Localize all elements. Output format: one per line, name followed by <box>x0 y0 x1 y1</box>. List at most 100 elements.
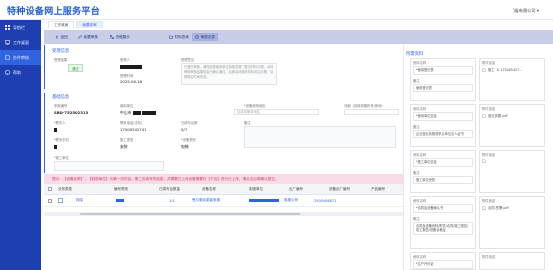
accept-result-label: 受理结果 <box>54 58 68 62</box>
back-button[interactable]: 返回 <box>55 33 68 41</box>
flow-icon <box>110 35 114 39</box>
redacted-block <box>132 111 141 115</box>
company-menu[interactable]: ]省有限公司 ▾ <box>513 8 539 14</box>
category-value: 电梯 <box>181 144 189 149</box>
file-name: 营业执照.pdf <box>488 114 508 118</box>
section-accent <box>44 93 45 173</box>
code-label: 申报编号 <box>54 104 68 108</box>
material-file-label: 附件信息 <box>482 61 496 65</box>
section-title-basic: 基础信息 <box>52 95 70 100</box>
redacted-block <box>141 111 156 115</box>
cell-count: 1/1 <box>169 198 175 203</box>
opinion-label: 受理意见 <box>181 58 195 62</box>
col-header[interactable]: 设备名称 <box>202 184 216 194</box>
file-link[interactable]: 合同.签署.pdf <box>480 204 544 211</box>
sidebar-item-nav[interactable]: 导航栏 <box>0 20 41 35</box>
table-row[interactable]: 拆除 1/1 曳引驱动乘客电梯 电梯公司 2500406871 <box>44 195 403 207</box>
review-label: 我要审核 <box>83 34 98 39</box>
material-file-label: 附件信息 <box>482 255 496 259</box>
materials-title: 所需资料 <box>406 52 424 57</box>
material-name-label: 资料名称 <box>413 255 427 259</box>
select-all-checkbox[interactable] <box>48 184 52 194</box>
arrow-left-icon <box>55 35 58 39</box>
folder-icon <box>169 35 173 39</box>
file-name: 施工 <box>488 68 495 72</box>
type-label: 施工类型 <box>120 138 134 142</box>
flow-button[interactable]: 流程展示 <box>110 33 130 41</box>
desktop-icon <box>5 40 10 45</box>
cell-factory: 电梯公司 <box>284 198 298 202</box>
help-icon <box>5 70 10 75</box>
type-value: 安装 <box>120 144 128 149</box>
material-note-label: 备注 <box>413 216 420 221</box>
material-note-label: 备注 <box>413 124 420 129</box>
material-item: 资料名称 *使用登记表 备注 使用登记表 <box>410 58 476 101</box>
review-button[interactable]: 我要审核 <box>78 33 98 41</box>
col-header[interactable]: 设备出厂编号 <box>329 184 350 194</box>
row-checkbox[interactable] <box>48 195 52 206</box>
app-title: 特种设备网上服务平台 <box>7 7 101 17</box>
cell-code <box>116 195 124 206</box>
material-file-label: 附件信息 <box>482 199 496 203</box>
file-icon <box>482 205 486 210</box>
file-icon <box>482 113 486 118</box>
count-value: 0/7 <box>181 127 188 132</box>
row-edit-icon[interactable] <box>58 195 63 206</box>
sidebar-item-desktop[interactable]: 工作桌面 <box>0 35 41 50</box>
page-tabs: 工作桌面 我要评审 <box>48 20 103 28</box>
record-icon <box>195 35 199 39</box>
sidebar-item-label: 导航栏 <box>13 24 25 30</box>
team-textarea[interactable] <box>54 161 164 171</box>
sidebar-item-label: 工作桌面 <box>13 39 29 45</box>
tab-review[interactable]: 我要评审 <box>76 21 103 28</box>
col-header[interactable]: 制造单位 <box>249 184 263 194</box>
mobile-label: *联系手机 <box>54 138 69 142</box>
material-name: *合同及设备确认书 <box>413 204 473 213</box>
col-header[interactable]: 已填写台数量 <box>159 184 180 194</box>
col-header[interactable]: 业务类型 <box>58 184 72 194</box>
contact-value <box>54 127 57 132</box>
sidebar-item-review[interactable]: 办件审核 <box>0 50 41 65</box>
material-files: 附件信息 合同.签署.pdf <box>479 196 545 249</box>
col-header[interactable]: 出厂编号 <box>289 184 303 194</box>
materials-button[interactable]: 材料查询 <box>169 33 189 41</box>
file-link[interactable]: 营业执照.pdf <box>480 112 544 119</box>
material-item: 资料名称 *生产许可证 <box>410 252 476 270</box>
redacted-block <box>54 128 57 132</box>
file-link[interactable] <box>480 158 544 164</box>
material-name: *生产许可证 <box>413 260 473 269</box>
tab-desktop[interactable]: 工作桌面 <box>48 21 75 28</box>
grid-icon <box>5 25 10 30</box>
file-extra: & 175005427... <box>496 67 523 72</box>
col-header[interactable]: 编号类别 <box>114 184 128 194</box>
table-scroll-thumb[interactable] <box>80 213 300 215</box>
col-header[interactable]: 产品编号 <box>371 184 385 194</box>
section-accent <box>44 45 45 89</box>
materials-panel: 所需资料 资料名称 *使用登记表 备注 使用登记表 附件信息 施工 & 1750… <box>403 45 553 270</box>
acceptor-label: 受理人 <box>120 58 130 62</box>
material-file-label: 附件信息 <box>482 107 496 111</box>
remark-textarea[interactable] <box>244 126 396 148</box>
material-note: 使用登记表 <box>413 83 473 93</box>
material-name: *使用登记表 <box>413 66 473 75</box>
opinion-label: 审核记录 <box>200 34 215 39</box>
main-form: 受理信息 受理结果 通过 受理人 受理意见 已通过审核，通知经营使用单位到相关部… <box>44 45 403 270</box>
material-files: 附件信息 <box>479 252 545 270</box>
file-link[interactable]: 施工 & 175005427... <box>480 66 544 73</box>
category-label: *设备类别 <box>181 138 196 142</box>
opinion-textarea: 已通过审核，通知经营使用单位到相关部门提交材料办理，对待审核审核结果信息已确认通… <box>181 63 277 85</box>
phone-label: 联系电话(手机) <box>120 121 143 125</box>
team-label: *施工单位 <box>54 156 69 160</box>
sidebar-item-help[interactable]: 帮助 <box>0 65 41 80</box>
opinion-button[interactable]: 审核记录 <box>192 33 218 41</box>
detail-input[interactable] <box>344 109 399 115</box>
material-name-label: 资料名称 <box>413 61 427 65</box>
place-select[interactable]: 请选择使用地区 <box>234 109 319 115</box>
material-file-label: 附件信息 <box>482 153 496 157</box>
materials-label: 材料查询 <box>174 34 189 39</box>
back-label: 返回 <box>60 34 68 39</box>
material-note: 合同及设备资料/附件/合同/施工报告/竣工报告/设备合格证 <box>413 221 473 235</box>
action-toolbar: 返回 我要审核 流程展示 材料查询 审核记录 <box>44 30 553 44</box>
detail-label: 详细（具体到楼栋号/房间） <box>344 104 385 108</box>
file-icon <box>482 159 486 163</box>
